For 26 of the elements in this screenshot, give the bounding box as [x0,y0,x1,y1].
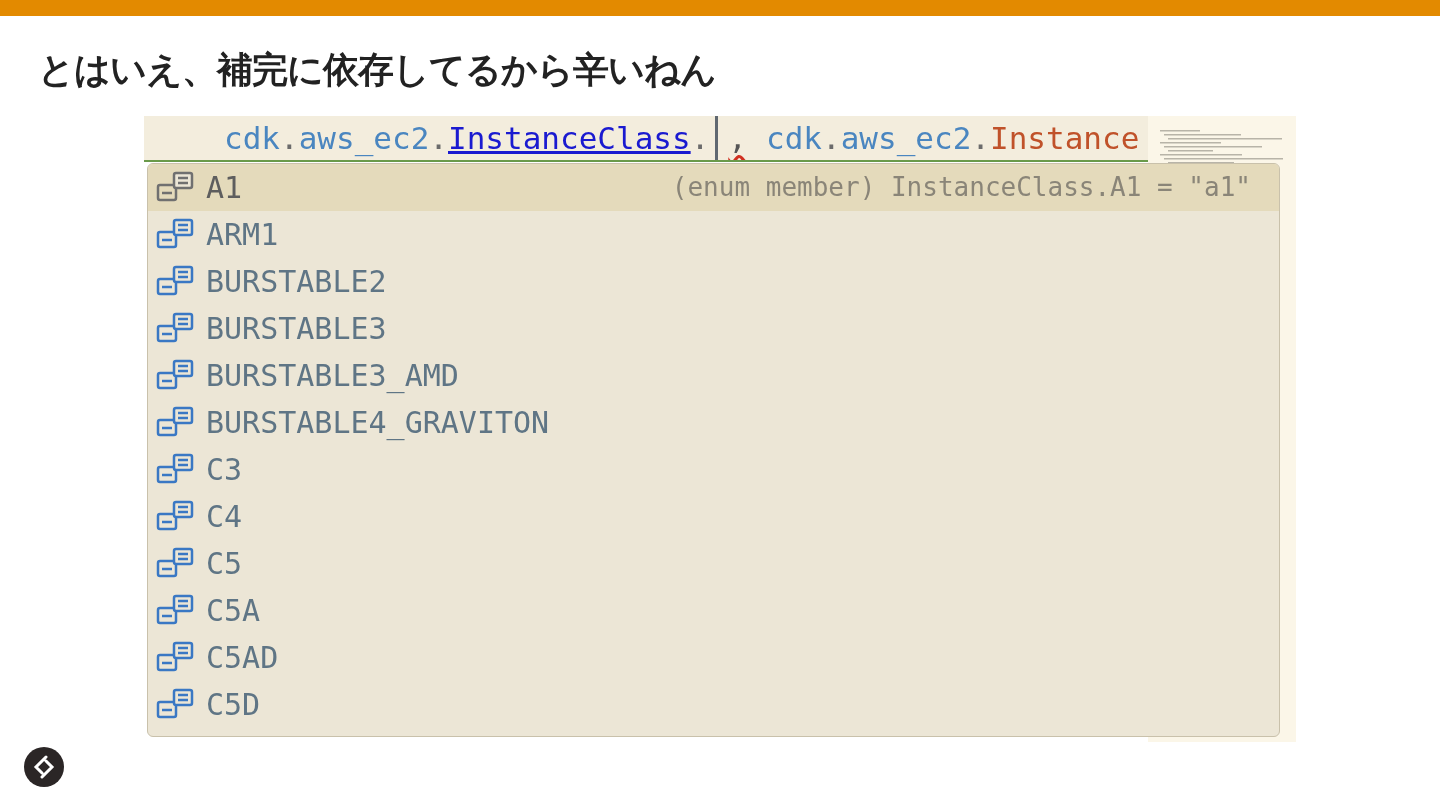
completion-item[interactable]: C5D [148,680,1279,728]
stacked-boxes-icon [156,594,194,627]
completion-item[interactable]: C5A [148,586,1279,634]
completion-item[interactable]: ARM1 [148,210,1279,258]
completion-item[interactable]: BURSTABLE2 [148,257,1279,305]
stacked-boxes-icon [156,359,194,392]
completion-item[interactable]: BURSTABLE4_GRAVITON [148,398,1279,446]
stacked-boxes-icon [156,500,194,533]
completion-item[interactable]: BURSTABLE3 [148,304,1279,352]
stacked-boxes-icon [156,453,194,486]
completion-item[interactable]: C4 [148,492,1279,540]
stacked-boxes-icon [156,547,194,580]
completion-item[interactable]: BURSTABLE3_AMD [148,351,1279,399]
stacked-boxes-icon [156,265,194,298]
slide-title: とはいえ、補完に依存してるから辛いねん [38,50,717,90]
completion-item[interactable]: A1 (enum member) InstanceClass.A1 = "a1" [148,163,1279,211]
stacked-boxes-icon [156,218,194,251]
stacked-boxes-icon [156,641,194,674]
completion-item[interactable]: C5AD [148,633,1279,681]
stacked-boxes-icon [156,688,194,721]
stacked-boxes-icon [156,312,194,345]
completion-item[interactable]: C5 [148,539,1279,587]
logo-icon [24,747,64,787]
stacked-boxes-icon [156,406,194,439]
completion-item[interactable]: C3 [148,445,1279,493]
stacked-boxes-icon [156,171,194,204]
